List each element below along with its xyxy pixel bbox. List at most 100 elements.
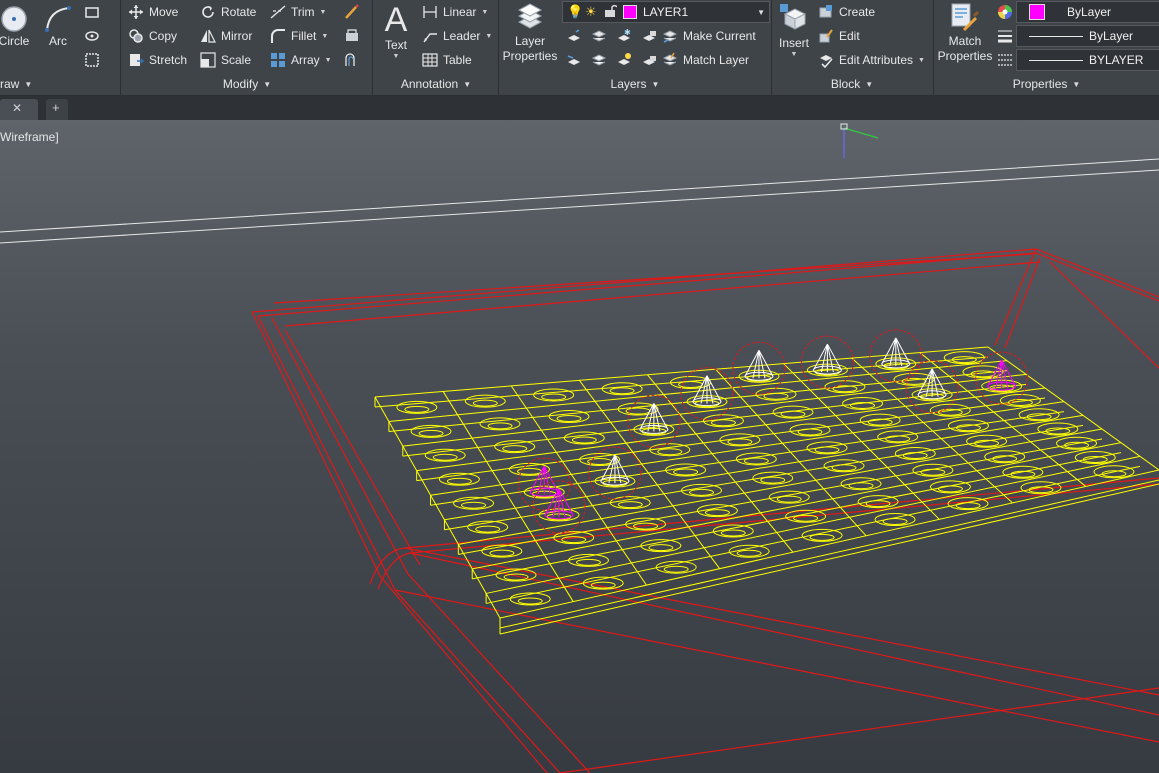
color-wheel-icon[interactable] [997, 4, 1013, 20]
create-block-button[interactable]: Create [818, 2, 875, 22]
tray-hole [609, 496, 651, 510]
panel-title-properties[interactable]: Properties ▼ [934, 76, 1159, 92]
tray-hole [494, 440, 536, 454]
lineweight-value: BYLAYER [1089, 53, 1144, 67]
array-icon [270, 52, 286, 68]
mirror-button[interactable]: Mirror [200, 26, 252, 46]
scale-icon [200, 52, 216, 68]
edit-attributes-icon [818, 52, 834, 68]
linear-dimension-icon [422, 4, 438, 20]
insert-button[interactable]: Insert ▼ [774, 2, 814, 59]
color-value: ByLayer [1067, 5, 1112, 19]
mirror-icon [200, 28, 216, 44]
layer-dropdown[interactable]: 💡 ☀ LAYER1 ▼ [562, 1, 770, 23]
layer-thaw-icon[interactable] [616, 52, 632, 68]
trim-icon [270, 4, 286, 20]
boundary-icon[interactable] [84, 52, 100, 68]
layer-on-icon[interactable] [591, 52, 607, 68]
drawing-tab[interactable]: ✕ [0, 99, 38, 120]
wireframe-model[interactable] [0, 120, 1159, 773]
tray-hole [857, 495, 899, 509]
lightbulb-icon: 💡 [567, 4, 584, 19]
text-icon: A [384, 1, 408, 39]
tray-hole [655, 560, 697, 574]
edit-block-button[interactable]: Edit [818, 26, 860, 46]
circle-button[interactable]: Circle [0, 4, 34, 49]
color-dropdown[interactable]: ByLayer [1016, 1, 1159, 23]
cone-marker [517, 457, 571, 511]
new-tab-button[interactable]: + [46, 99, 68, 120]
rectangle-icon[interactable] [84, 4, 100, 20]
tray-grid [374, 346, 1159, 635]
tray-hole [772, 405, 814, 419]
linear-dimension-button[interactable]: Linear ▼ [422, 2, 488, 22]
color-swatch [1029, 4, 1045, 20]
tray-hole [874, 513, 916, 526]
panel-title-annotation[interactable]: Annotation ▼ [374, 76, 498, 92]
tray-hole [548, 409, 590, 423]
cone-marker [732, 341, 786, 395]
scale-button[interactable]: Scale [200, 50, 251, 70]
copy-icon [128, 28, 144, 44]
leader-icon [422, 28, 438, 44]
reference-line [0, 158, 1159, 244]
fillet-button[interactable]: Fillet ▼ [270, 26, 328, 46]
stretch-icon [128, 52, 144, 68]
layer-properties-button[interactable]: Layer Properties [502, 2, 558, 64]
edit-attributes-button[interactable]: Edit Attributes ▼ [818, 50, 925, 70]
leader-button[interactable]: Leader ▼ [422, 26, 492, 46]
insert-block-icon [780, 4, 807, 30]
tray-hole [640, 539, 682, 553]
trim-button[interactable]: Trim ▼ [270, 2, 326, 22]
move-button[interactable]: Move [128, 2, 178, 22]
explode-icon[interactable] [344, 28, 360, 44]
lineweight-icon[interactable] [997, 28, 1013, 44]
panel-title-block[interactable]: Block ▼ [772, 76, 932, 92]
erase-icon[interactable] [344, 4, 360, 20]
panel-divider [498, 0, 499, 95]
layer-unlock-icon[interactable] [641, 52, 657, 68]
cone-marker [680, 367, 734, 421]
tray-hole [464, 394, 506, 408]
drawing-viewport[interactable] [0, 120, 1159, 773]
match-layer-button[interactable]: Match Layer [662, 50, 749, 70]
array-button[interactable]: Array ▼ [270, 50, 332, 70]
match-properties-icon [951, 3, 980, 32]
panel-divider [120, 0, 121, 95]
make-current-button[interactable]: Make Current [662, 26, 756, 46]
hatch-icon[interactable] [84, 28, 100, 44]
svg-text:✱: ✱ [624, 28, 631, 37]
text-button[interactable]: A Text ▼ [378, 2, 414, 61]
rotate-button[interactable]: Rotate [200, 2, 256, 22]
panel-title-layers[interactable]: Layers ▼ [500, 76, 770, 92]
layer-freeze-icon[interactable]: ✱ [616, 28, 632, 44]
fillet-icon [270, 28, 286, 44]
arc-button[interactable]: Arc [42, 4, 74, 49]
plus-icon: + [52, 100, 60, 115]
file-tab-bar: ✕ + [0, 96, 1159, 120]
tray-hole [801, 528, 843, 542]
table-button[interactable]: Table [422, 50, 472, 70]
panel-title-modify[interactable]: Modify ▼ [122, 76, 372, 92]
stretch-button[interactable]: Stretch [128, 50, 187, 70]
tray-hole [999, 393, 1041, 407]
viewport-visual-style-label[interactable]: Wireframe] [0, 130, 59, 144]
layer-off-icon[interactable] [591, 28, 607, 44]
chevron-down-icon: ▼ [757, 7, 765, 17]
close-icon[interactable]: ✕ [12, 101, 22, 115]
arc-icon [45, 6, 71, 32]
linetype-icon[interactable] [997, 52, 1013, 68]
panel-title-draw[interactable]: raw ▼ [0, 76, 40, 92]
tray-hole [509, 592, 551, 606]
lineweight-dropdown[interactable]: BYLAYER [1016, 49, 1159, 71]
layer-lock-icon[interactable] [641, 28, 657, 44]
offset-icon[interactable] [344, 52, 360, 68]
copy-button[interactable]: Copy [128, 26, 177, 46]
match-properties-button[interactable]: Match Properties [936, 2, 994, 64]
linetype-dropdown[interactable]: ByLayer [1016, 25, 1159, 47]
layer-unisolate-icon[interactable] [566, 52, 582, 68]
linetype-value: ByLayer [1089, 29, 1134, 43]
rotate-icon [200, 4, 216, 20]
tray-hole [601, 382, 643, 396]
layer-isolate-icon[interactable] [566, 28, 582, 44]
